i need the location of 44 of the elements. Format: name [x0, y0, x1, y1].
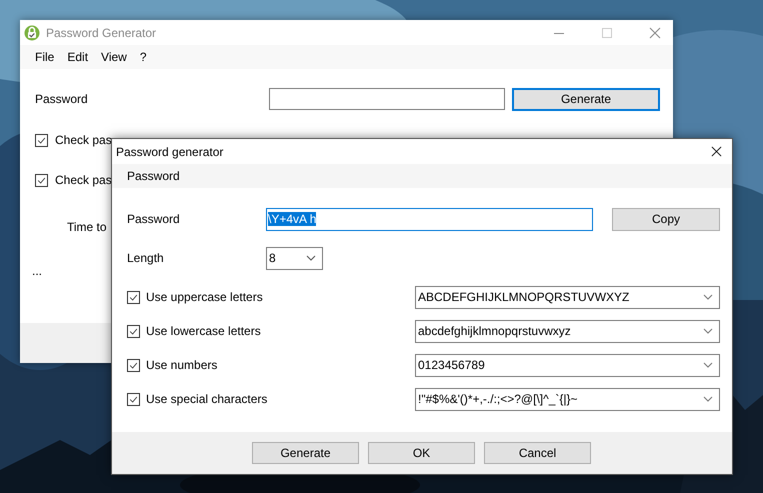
password-field[interactable] — [269, 88, 505, 110]
chevron-down-icon — [703, 294, 713, 300]
password-label: Password — [35, 92, 89, 106]
charset-dropdown[interactable]: abcdefghijklmnopqrstuvwxyz — [415, 320, 720, 342]
chevron-down-icon — [703, 328, 713, 334]
menu-item[interactable]: ? — [136, 50, 156, 64]
charset-dropdown[interactable]: ABCDEFGHIJKLMNOPQRSTUVWXYZ — [415, 286, 720, 308]
chevron-down-icon — [703, 396, 713, 402]
checkbox[interactable] — [127, 358, 140, 372]
checkbox[interactable] — [35, 134, 48, 146]
password-value: \Y+4vA h — [268, 212, 316, 226]
menu-item[interactable]: File — [31, 50, 64, 64]
time-label: Time to — [67, 220, 107, 234]
checkbox-label: Use numbers — [146, 358, 218, 372]
copy-button[interactable]: Copy — [612, 208, 720, 230]
menu-item[interactable]: Edit — [63, 50, 98, 64]
dialog-button[interactable]: OK — [368, 442, 475, 464]
length-label: Length — [127, 251, 165, 265]
lock-icon — [24, 24, 40, 40]
checkbox-label: Use special characters — [146, 392, 268, 406]
password-field[interactable]: \Y+4vA h — [266, 208, 593, 230]
checkbox-label: Use lowercase letters — [146, 324, 261, 338]
generate-button[interactable]: Generate — [512, 88, 660, 110]
charset-dropdown[interactable]: 0123456789 — [415, 354, 720, 376]
checkbox-label: Check pas — [55, 173, 112, 187]
chevron-down-icon — [703, 362, 713, 368]
checkbox-label: Use uppercase letters — [146, 290, 263, 304]
dialog-title: Password generator — [116, 144, 224, 158]
length-dropdown[interactable]: 8 — [266, 246, 323, 270]
ellipsis-text: ... — [32, 264, 42, 278]
checkbox[interactable] — [127, 290, 140, 304]
dialog-button[interactable]: Cancel — [484, 442, 591, 464]
charset-dropdown[interactable]: !"#$%&'()*+,-./:;<>?@[\]^_`{|}~ — [415, 388, 720, 410]
window-title: Password Generator — [46, 26, 156, 40]
dialog-button[interactable]: Generate — [252, 442, 359, 464]
password-label: Password — [127, 212, 181, 226]
checkbox[interactable] — [127, 324, 140, 338]
section-title: Password — [127, 169, 180, 183]
close-icon[interactable] — [711, 146, 722, 157]
checkbox[interactable] — [35, 174, 48, 186]
chevron-down-icon — [306, 255, 316, 261]
checkbox-label: Check pas — [55, 133, 112, 147]
checkbox[interactable] — [127, 392, 140, 406]
menu-item[interactable]: View — [97, 50, 136, 64]
